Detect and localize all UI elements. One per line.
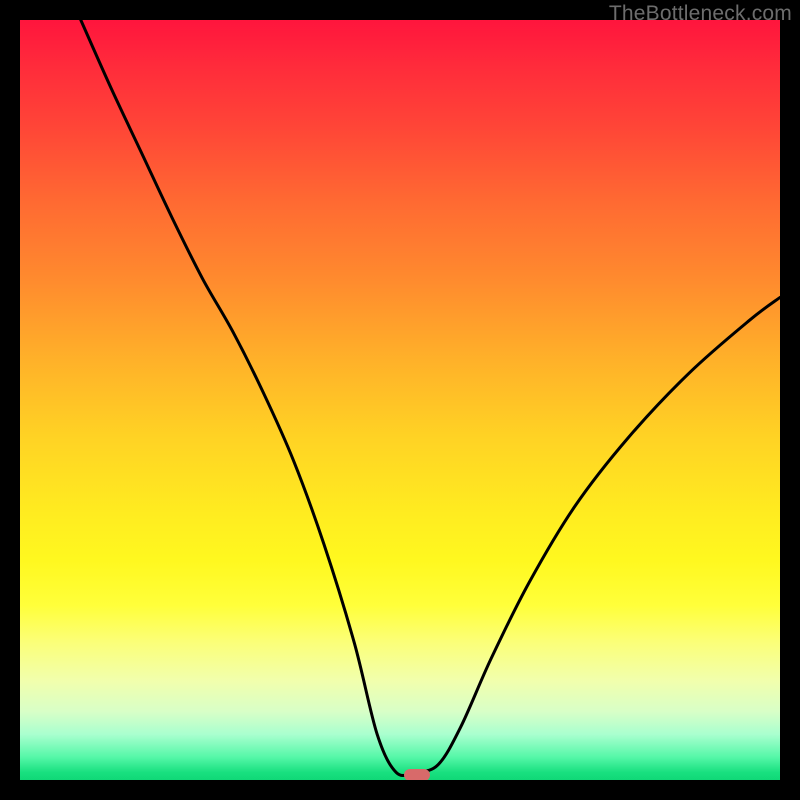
bottleneck-curve <box>20 20 780 780</box>
chart-container: TheBottleneck.com <box>0 0 800 800</box>
plot-area <box>20 20 780 780</box>
optimal-point-marker <box>404 769 430 780</box>
